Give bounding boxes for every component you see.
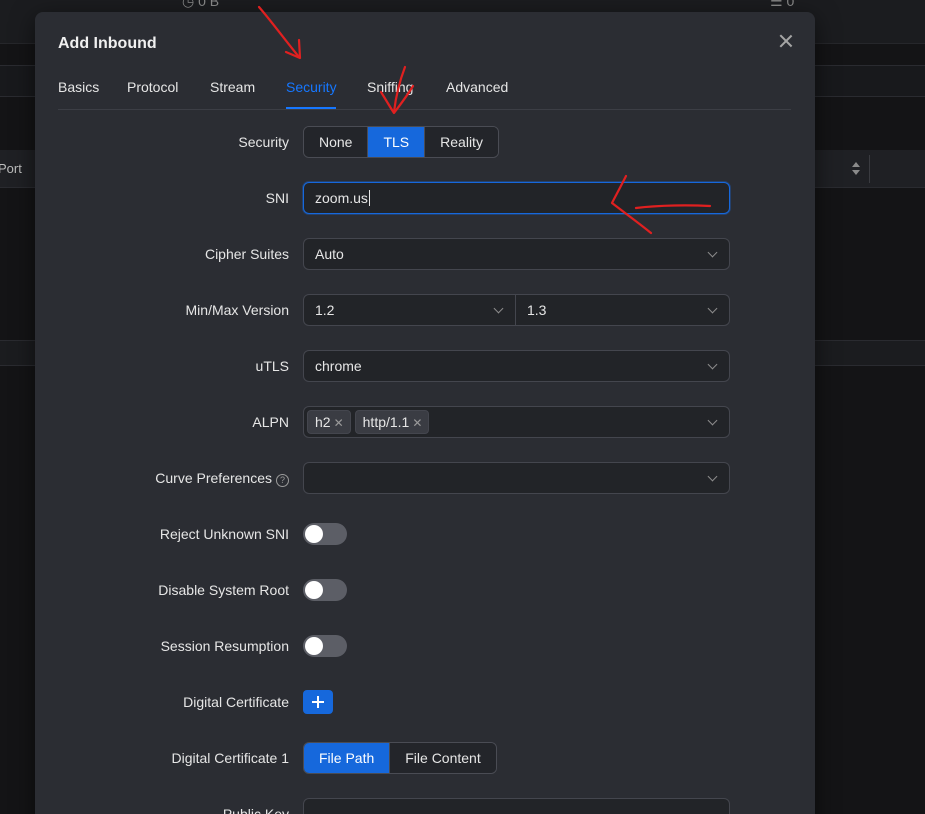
switch-knob	[305, 637, 323, 655]
tab-sniffing[interactable]: Sniffing	[367, 79, 413, 95]
chevron-down-icon	[707, 359, 718, 370]
alpn-tag-label: h2	[315, 414, 331, 430]
security-option-tls[interactable]: TLS	[368, 127, 426, 157]
background-divider	[869, 155, 870, 183]
background-port-column: Port	[0, 161, 22, 176]
utls-value: chrome	[315, 358, 362, 374]
background-count-stat: ☰ 0	[770, 0, 795, 9]
chevron-down-icon	[707, 471, 718, 482]
curve-preferences-select[interactable]	[303, 462, 730, 494]
curve-preferences-label-wrap: Curve Preferences?	[155, 462, 289, 494]
switch-knob	[305, 581, 323, 599]
certificate-option-file-content[interactable]: File Content	[390, 743, 496, 773]
disable-system-root-label: Disable System Root	[158, 582, 289, 598]
alpn-tag: h2 ✕	[307, 410, 351, 434]
digital-certificate-label: Digital Certificate	[183, 694, 289, 710]
min-max-version-row: Min/Max Version 1.2 1.3	[35, 294, 815, 326]
public-key-input[interactable]	[303, 798, 730, 814]
alpn-select[interactable]: h2 ✕ http/1.1 ✕	[303, 406, 730, 438]
max-version-select[interactable]: 1.3	[515, 294, 730, 326]
alpn-label: ALPN	[252, 414, 289, 430]
security-option-none[interactable]: None	[304, 127, 369, 157]
certificate-option-file-path[interactable]: File Path	[304, 743, 391, 773]
utls-select[interactable]: chrome	[303, 350, 730, 382]
min-version-select[interactable]: 1.2	[303, 294, 516, 326]
add-inbound-modal: Add Inbound Basics Protocol Stream Secur…	[35, 12, 815, 814]
reject-unknown-sni-switch[interactable]	[303, 523, 347, 545]
close-icon[interactable]: ✕	[412, 412, 422, 434]
max-version-value: 1.3	[527, 302, 547, 318]
security-label: Security	[238, 134, 289, 150]
digital-certificate-1-row: Digital Certificate 1 File Path File Con…	[35, 742, 815, 774]
reject-unknown-sni-row: Reject Unknown SNI	[35, 518, 815, 550]
security-row: Security None TLS Reality	[35, 126, 815, 158]
chevron-down-icon	[707, 415, 718, 426]
tab-basics[interactable]: Basics	[58, 79, 99, 95]
sni-row: SNI zoom.us	[35, 182, 815, 214]
add-certificate-button[interactable]	[303, 690, 333, 714]
tab-security[interactable]: Security	[286, 79, 337, 95]
session-resumption-label: Session Resumption	[160, 638, 289, 654]
modal-title: Add Inbound	[58, 35, 157, 52]
sort-icon	[851, 160, 861, 178]
sni-input[interactable]: zoom.us	[303, 182, 730, 214]
switch-knob	[305, 525, 323, 543]
min-version-value: 1.2	[315, 302, 335, 318]
utls-label: uTLS	[255, 358, 289, 374]
chevron-down-icon	[707, 247, 718, 258]
alpn-tag: http/1.1 ✕	[354, 410, 430, 434]
sni-value: zoom.us	[315, 190, 368, 206]
digital-certificate-row: Digital Certificate	[35, 686, 815, 718]
alpn-tag-label: http/1.1	[362, 414, 410, 430]
security-option-reality[interactable]: Reality	[425, 127, 498, 157]
question-circle-icon[interactable]: ?	[276, 474, 289, 487]
chevron-down-icon	[707, 303, 718, 314]
sni-label: SNI	[265, 190, 289, 206]
public-key-row: Public Key	[35, 798, 815, 814]
close-icon[interactable]: ✕	[334, 412, 344, 434]
background-traffic-stat: ◷ 0 B	[182, 0, 220, 9]
active-tab-indicator	[286, 107, 336, 109]
disable-system-root-switch[interactable]	[303, 579, 347, 601]
text-caret	[368, 190, 370, 206]
tab-protocol[interactable]: Protocol	[127, 79, 178, 95]
curve-preferences-row: Curve Preferences?	[35, 462, 815, 494]
security-segmented: None TLS Reality	[303, 126, 499, 158]
certificate-source-segmented: File Path File Content	[303, 742, 497, 774]
session-resumption-switch[interactable]	[303, 635, 347, 657]
tab-advanced[interactable]: Advanced	[446, 79, 508, 95]
min-max-version-label: Min/Max Version	[185, 302, 289, 318]
cipher-suites-row: Cipher Suites Auto	[35, 238, 815, 270]
tab-bar: Basics Protocol Stream Security Sniffing…	[58, 78, 791, 110]
session-resumption-row: Session Resumption	[35, 630, 815, 662]
digital-certificate-1-label: Digital Certificate 1	[171, 750, 290, 766]
cipher-suites-label: Cipher Suites	[204, 246, 289, 262]
cipher-suites-value: Auto	[315, 246, 344, 262]
utls-row: uTLS chrome	[35, 350, 815, 382]
close-icon[interactable]	[777, 32, 795, 50]
reject-unknown-sni-label: Reject Unknown SNI	[159, 526, 289, 542]
disable-system-root-row: Disable System Root	[35, 574, 815, 606]
curve-preferences-label: Curve Preferences	[155, 470, 272, 486]
public-key-label: Public Key	[222, 806, 289, 814]
chevron-down-icon	[493, 303, 504, 314]
tab-stream[interactable]: Stream	[210, 79, 255, 95]
alpn-row: ALPN h2 ✕ http/1.1 ✕	[35, 406, 815, 438]
cipher-suites-select[interactable]: Auto	[303, 238, 730, 270]
